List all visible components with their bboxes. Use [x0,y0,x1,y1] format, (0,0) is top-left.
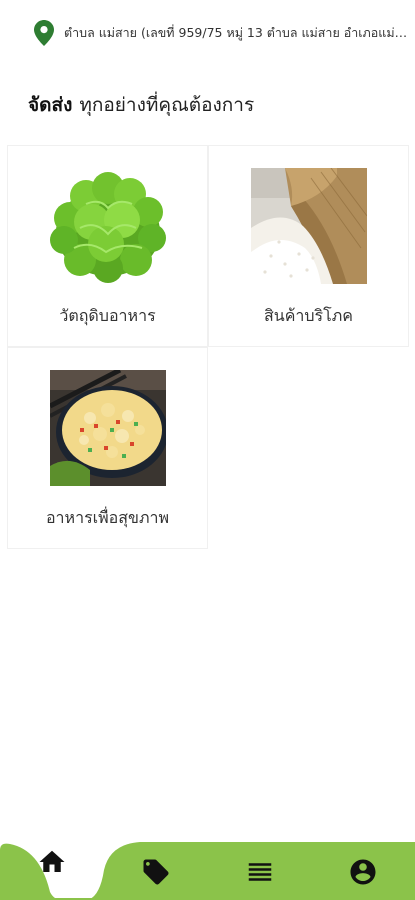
location-bar[interactable]: ตำบล แม่สาย (เลขที่ 959/75 หมู่ 13 ตำบล … [0,0,415,66]
bottom-navigation [0,840,415,900]
nav-tag-button[interactable] [134,850,178,894]
page-heading: จัดส่ง ทุกอย่างที่คุณต้องการ [28,90,254,120]
home-icon [39,850,65,872]
fried-rice-image [49,370,166,486]
nav-account-button[interactable] [341,850,385,894]
location-pin-icon [34,20,54,46]
account-icon [350,859,376,885]
category-label: วัตถุดิบอาหาร [59,306,156,325]
heading-bold: จัดส่ง [28,94,73,116]
delivery-address: ตำบล แม่สาย (เลขที่ 959/75 หมู่ 13 ตำบล … [64,25,409,40]
tag-icon [143,859,169,885]
category-card-consumer-goods[interactable]: สินค้าบริโภค [208,145,409,347]
category-grid: วัตถุดิบอาหาร สินค้าบริโภค อาหารเพื่อสุข… [7,145,409,549]
nav-list-button[interactable] [238,850,282,894]
category-card-ingredients[interactable]: วัตถุดิบอาหาร [7,145,208,347]
category-label: สินค้าบริโภค [264,306,353,325]
list-icon [248,863,272,881]
lettuce-image [49,168,166,284]
nav-home-button[interactable] [30,840,74,884]
rice-sack-image [250,168,367,284]
heading-subtitle: ทุกอย่างที่คุณต้องการ [79,94,255,116]
category-card-healthy-food[interactable]: อาหารเพื่อสุขภาพ [7,347,208,549]
category-label: อาหารเพื่อสุขภาพ [45,508,170,527]
